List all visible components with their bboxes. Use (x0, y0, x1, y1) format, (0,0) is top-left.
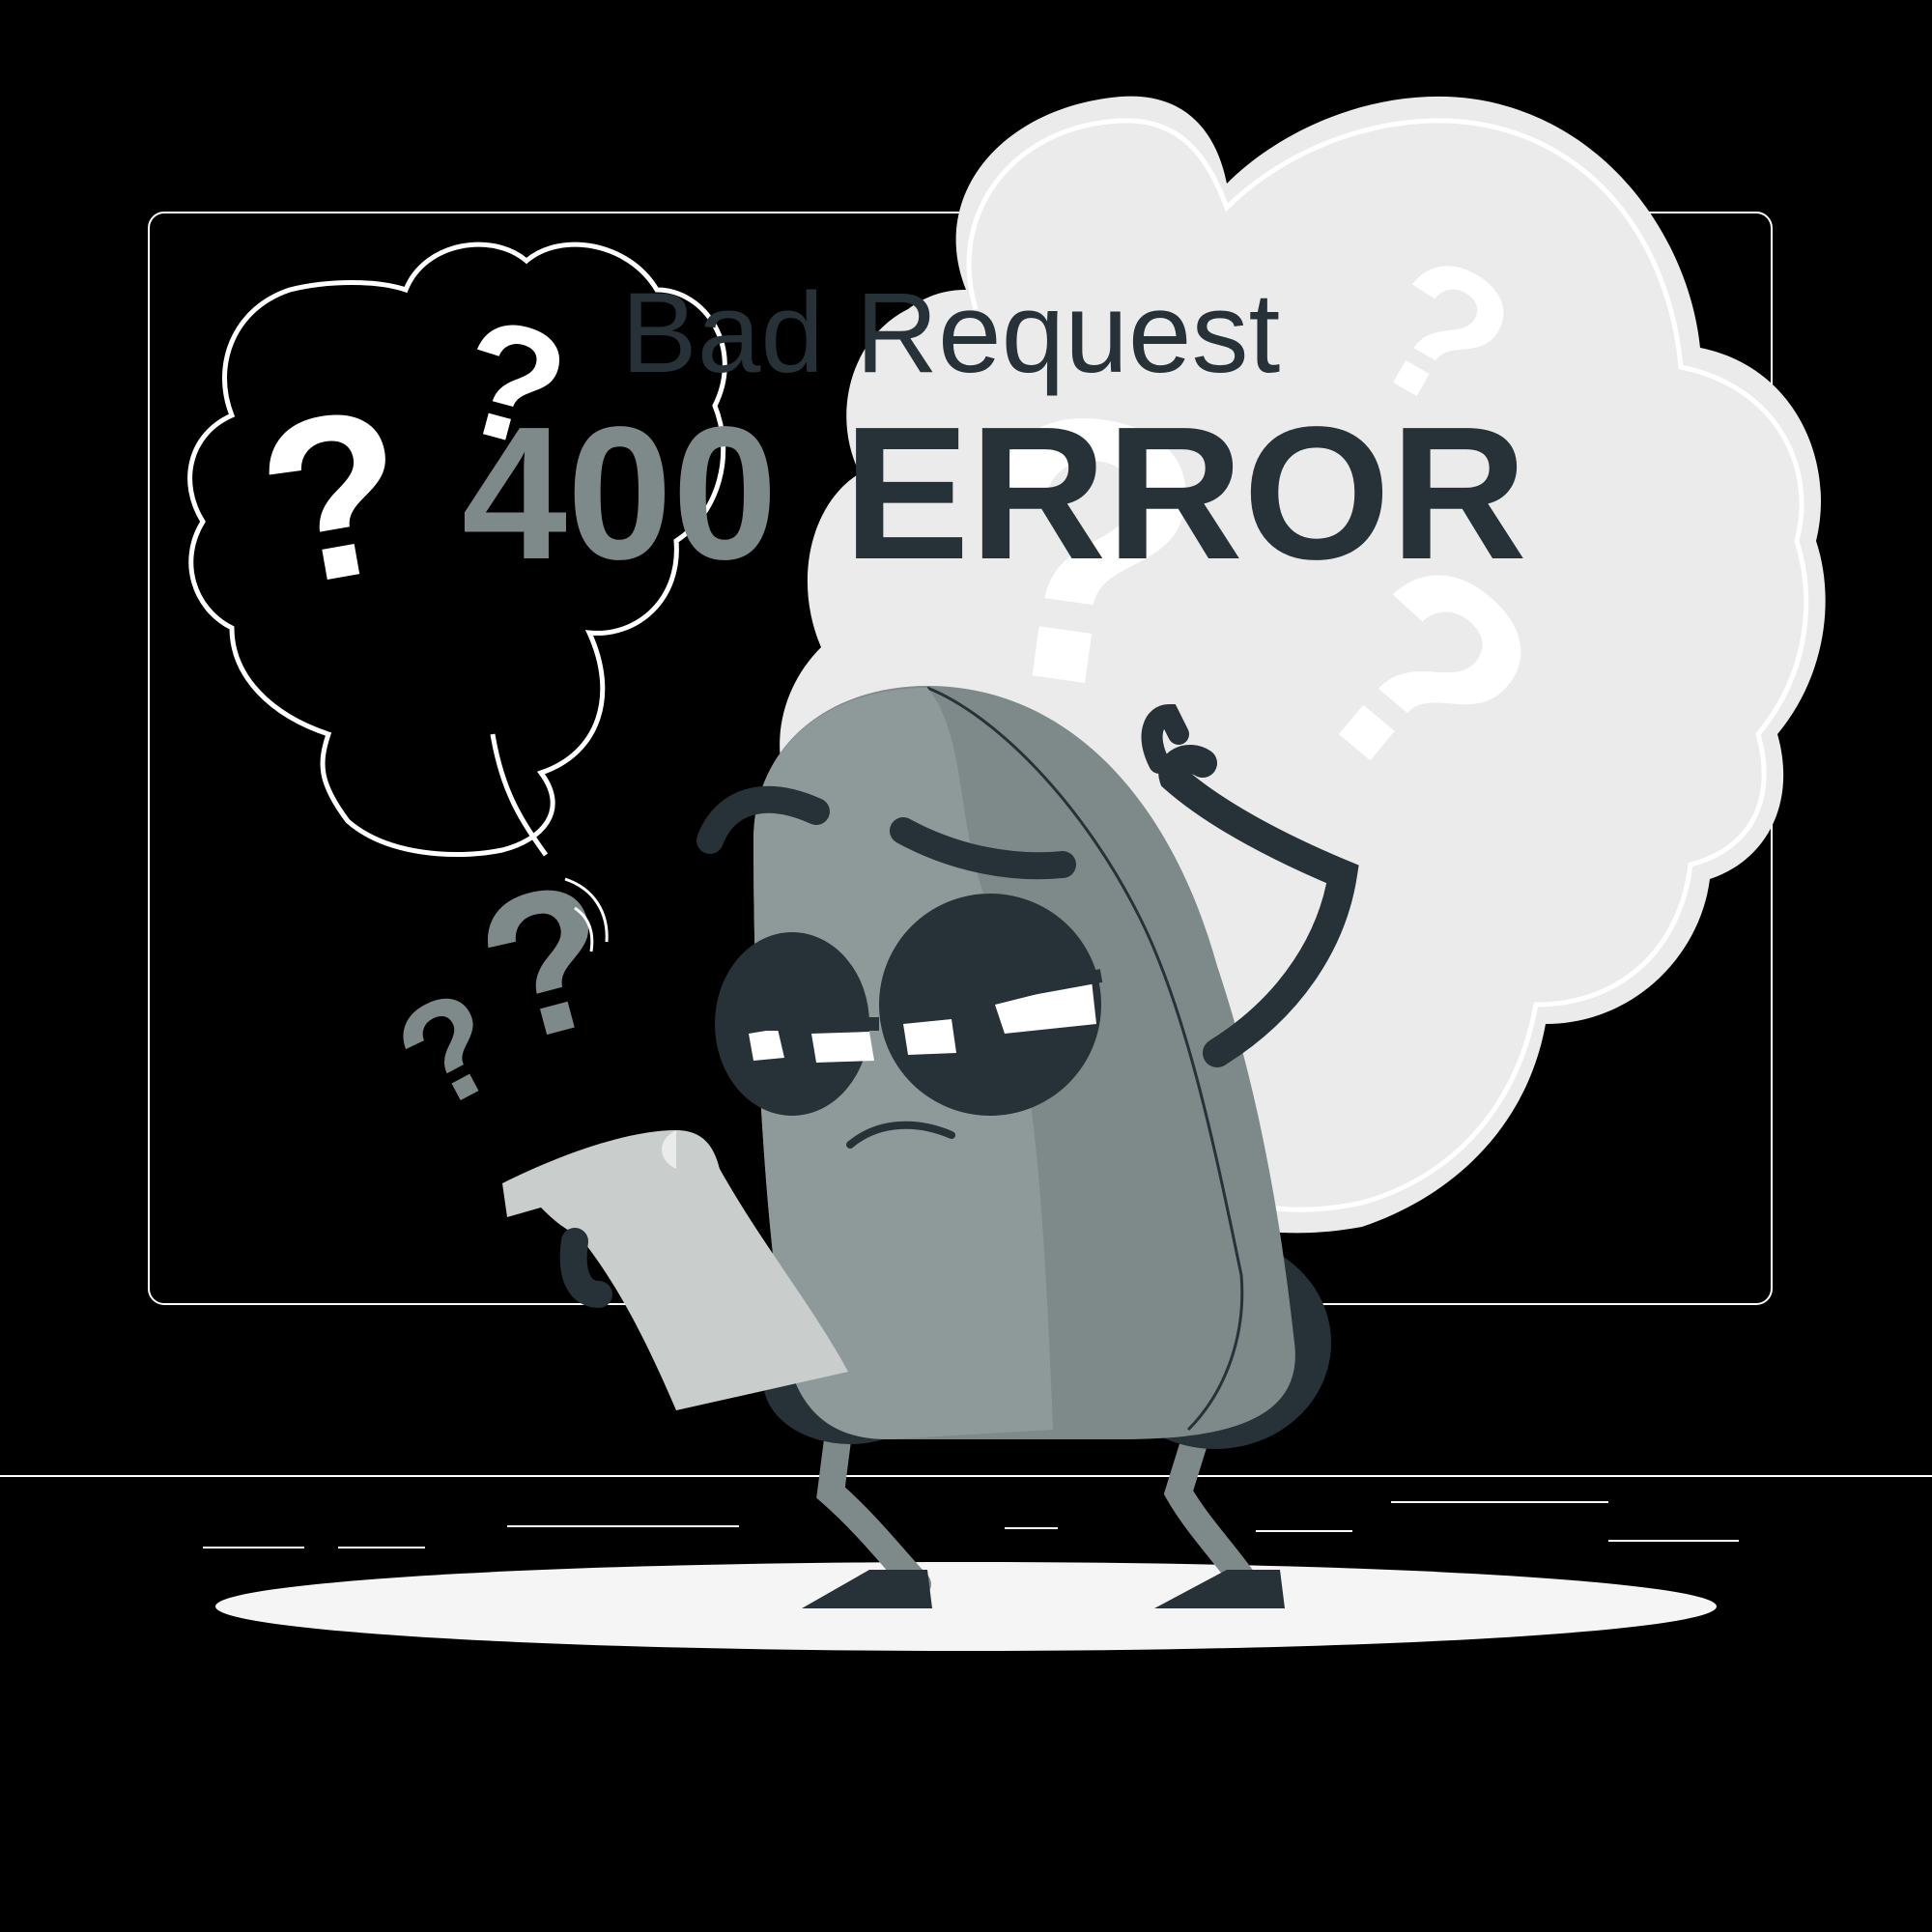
error-heading: 400 ERROR (462, 387, 1527, 599)
error-code: 400 (462, 387, 778, 599)
error-label: ERROR (843, 387, 1527, 599)
error-illustration: ? ? ? ? ? ? ? Bad Request 400 ERROR (0, 0, 1932, 1932)
ground-shadow (215, 1562, 1717, 1651)
error-subtitle: Bad Request (621, 270, 1280, 397)
